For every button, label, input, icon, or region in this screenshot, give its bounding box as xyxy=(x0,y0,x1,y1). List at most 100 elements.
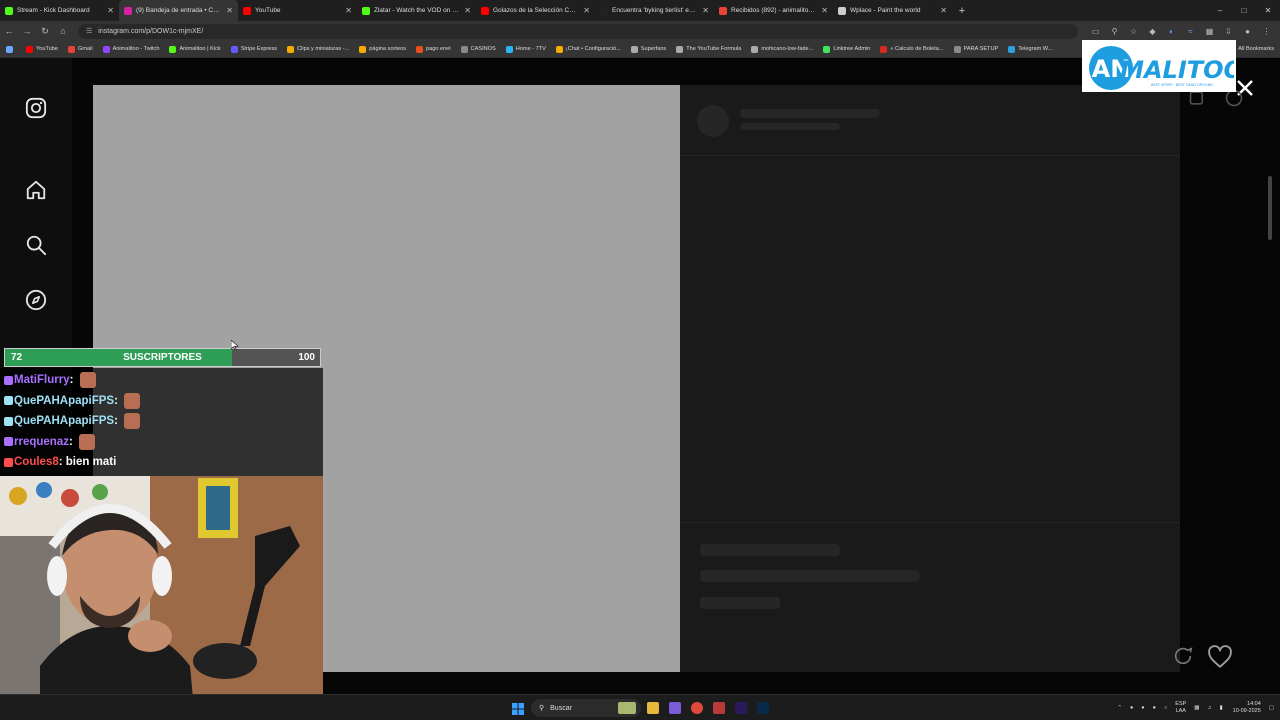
language-indicator[interactable]: ESP LAA xyxy=(1175,701,1186,715)
header-divider xyxy=(680,155,1180,156)
bookmark-item[interactable]: Telegram W... xyxy=(1008,45,1053,53)
home-browser-icon[interactable]: ⌂ xyxy=(54,26,72,36)
windows-start-icon[interactable] xyxy=(512,702,524,715)
profile-avatar-icon[interactable]: ● xyxy=(1238,27,1257,36)
browser-tab[interactable]: Stream - Kick Dashboard ✕ xyxy=(0,0,119,21)
bookmark-item[interactable]: Home - 7TV xyxy=(505,45,546,53)
apps-grid-icon[interactable] xyxy=(6,45,16,53)
bookmark-item[interactable]: The YouTube Formula xyxy=(676,45,741,53)
tab-favicon-icon xyxy=(481,6,489,15)
webcam-feed xyxy=(0,476,323,720)
menu-kebab-icon[interactable]: ⋮ xyxy=(1257,27,1276,36)
site-info-icon[interactable]: ☰ xyxy=(86,27,92,35)
bookmark-star-icon[interactable]: ☆ xyxy=(1124,27,1143,36)
bookmark-item[interactable]: PARA SETUP xyxy=(953,45,998,53)
extensions-puzzle-icon[interactable]: ▦ xyxy=(1200,27,1219,36)
bookmark-favicon-icon xyxy=(630,45,638,53)
bookmark-item[interactable]: Clips y miniaturas -... xyxy=(287,45,349,53)
tray-app-icon[interactable]: ● xyxy=(1153,705,1156,711)
tab-close-icon[interactable]: ✕ xyxy=(940,6,947,15)
network-icon[interactable]: ▩ xyxy=(1194,705,1199,711)
search-icon[interactable] xyxy=(24,233,48,257)
reload-icon[interactable]: ↻ xyxy=(36,26,54,37)
url-bar[interactable]: ☰ instagram.com/p/DOW1c-mjmXE/ xyxy=(78,23,1078,39)
browser-tab[interactable]: Encuentra 'byking tierlist' en TikTok ✕ xyxy=(595,0,714,21)
back-icon[interactable]: ← xyxy=(0,26,18,36)
notifications-icon[interactable]: ▢ xyxy=(1269,705,1274,711)
bookmark-item[interactable]: « Calculo de Boleta... xyxy=(880,45,944,53)
tab-close-icon[interactable]: ✕ xyxy=(583,6,590,15)
bookmark-item[interactable]: Superfans xyxy=(630,45,667,53)
close-window-icon[interactable]: ✕ xyxy=(1256,0,1280,21)
subscriber-goal-label: SUSCRIPTORES xyxy=(123,352,202,363)
footer-divider xyxy=(680,522,1180,523)
heart-icon[interactable] xyxy=(1207,645,1233,669)
bookmark-label: Telegram W... xyxy=(1018,46,1053,52)
install-icon[interactable]: ▭ xyxy=(1086,27,1105,36)
browser-tab[interactable]: Golazos de la Selección Chilena ✕ xyxy=(476,0,595,21)
chrome-icon[interactable] xyxy=(691,702,703,714)
minimize-icon[interactable]: – xyxy=(1208,0,1232,21)
new-tab-button[interactable]: + xyxy=(952,0,972,21)
browser-tab[interactable]: Recibidos (892) - animalitoo.stream ✕ xyxy=(714,0,833,21)
tab-close-icon[interactable]: ✕ xyxy=(464,6,471,15)
premiere-icon[interactable] xyxy=(735,702,747,714)
extension-icon[interactable]: ◐ xyxy=(1162,27,1181,36)
tray-app-icon[interactable]: ● xyxy=(1141,705,1144,711)
browser-tab[interactable]: (9) Bandeja de entrada • Chats ✕ xyxy=(119,0,238,21)
tab-close-icon[interactable]: ✕ xyxy=(345,6,352,15)
explore-icon[interactable] xyxy=(24,288,48,312)
bookmark-item[interactable]: pago enel xyxy=(416,45,451,53)
chat-badge-icon xyxy=(4,375,13,385)
taskbar-clock[interactable]: 14:04 10-09-2025 xyxy=(1233,701,1261,715)
bookmark-label: Stripe Express xyxy=(240,46,278,52)
page-scrollbar[interactable] xyxy=(1268,176,1272,240)
clock-time: 14:04 xyxy=(1247,701,1261,707)
battery-icon[interactable]: ▮ xyxy=(1220,705,1223,711)
downloads-icon[interactable]: ⇩ xyxy=(1219,27,1238,36)
zoom-icon[interactable]: ⚲ xyxy=(1105,27,1124,36)
tray-app-icon[interactable]: ● xyxy=(1130,705,1133,711)
tab-close-icon[interactable]: ✕ xyxy=(821,6,828,15)
bookmark-item[interactable]: mohicano-low-fade... xyxy=(751,45,813,53)
browser-tab[interactable]: Zlatar - Watch the VOD on Kick ✕ xyxy=(357,0,476,21)
tab-favicon-icon xyxy=(124,6,132,15)
bookmark-item[interactable]: ¡Chat • Configuració... xyxy=(555,45,621,53)
toolbar-actions: ▭ ⚲ ☆ ◆ ◐ ≈ ▦ ⇩ ● ⋮ xyxy=(1086,27,1276,36)
chat-separator: : xyxy=(114,415,122,428)
bookmark-label: YouTube xyxy=(36,46,58,52)
bookmark-item[interactable]: YouTube xyxy=(26,45,58,53)
instagram-icon[interactable] xyxy=(24,96,48,120)
forward-icon[interactable]: → xyxy=(18,26,36,36)
tab-close-icon[interactable]: ✕ xyxy=(107,6,114,15)
date-skeleton xyxy=(700,597,780,609)
tab-close-icon[interactable]: ✕ xyxy=(702,6,709,15)
browser-tab[interactable]: Wplace - Paint the world ✕ xyxy=(833,0,952,21)
home-icon[interactable] xyxy=(24,178,48,202)
extension-icon[interactable]: ◆ xyxy=(1143,27,1162,36)
file-explorer-icon[interactable] xyxy=(647,702,659,714)
bookmark-item[interactable]: Animalitoo | Kick xyxy=(169,45,221,53)
bookmark-item[interactable]: página sorteos xyxy=(359,45,406,53)
bookmark-item[interactable]: CASINOS xyxy=(460,45,496,53)
bookmark-label: Superfans xyxy=(640,46,667,52)
taskbar-widget-icon[interactable] xyxy=(618,702,636,714)
comment-icon[interactable] xyxy=(1172,645,1194,667)
tray-chevron-icon[interactable]: ⌃ xyxy=(1117,705,1122,711)
chat-separator: : xyxy=(69,374,77,387)
extension-icon[interactable]: ≈ xyxy=(1181,27,1200,36)
tab-close-icon[interactable]: ✕ xyxy=(226,6,233,15)
photoshop-icon[interactable] xyxy=(757,702,769,714)
taskbar-app-icon[interactable] xyxy=(713,702,725,714)
bookmark-item[interactable]: Gmail xyxy=(67,45,93,53)
bookmark-item[interactable]: Animalitoo - Twitch xyxy=(102,45,159,53)
discord-icon[interactable] xyxy=(669,702,681,714)
browser-tab[interactable]: YouTube ✕ xyxy=(238,0,357,21)
bookmark-item[interactable]: Linktree Admin xyxy=(823,45,870,53)
microphone-icon[interactable]: ○ xyxy=(1164,705,1167,711)
maximize-icon[interactable]: □ xyxy=(1232,0,1256,21)
volume-icon[interactable]: ♫ xyxy=(1208,705,1212,711)
all-bookmarks-button[interactable]: All Bookmarks xyxy=(1232,41,1274,57)
bookmark-item[interactable]: Stripe Express xyxy=(230,45,278,53)
tab-title: Stream - Kick Dashboard xyxy=(17,7,90,14)
